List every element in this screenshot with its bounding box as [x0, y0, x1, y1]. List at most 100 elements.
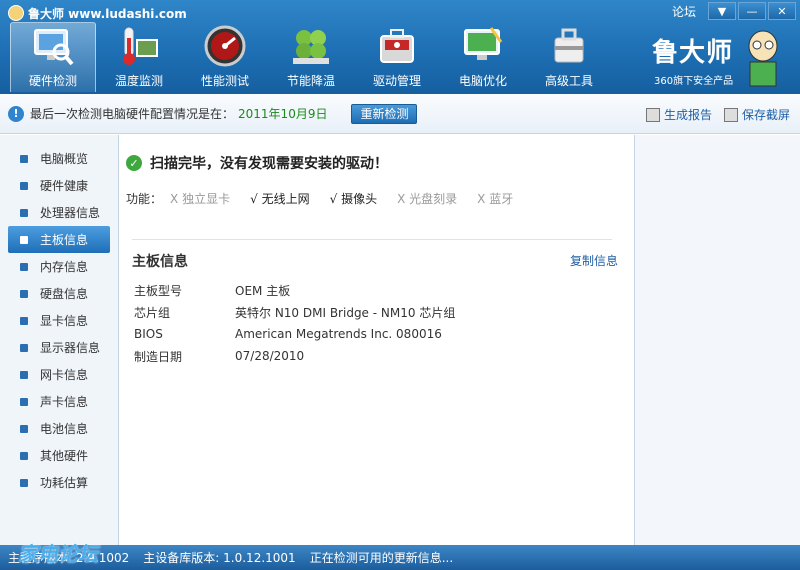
info-key: 芯片组 [134, 305, 171, 320]
sidebar-item-network[interactable]: 网卡信息 [8, 361, 110, 388]
info-icon: ! [8, 105, 24, 122]
sidebar-item-display[interactable]: 显示器信息 [8, 334, 110, 361]
bullet-icon [20, 208, 28, 217]
window-controls: 论坛 ▼ — ✕ [672, 2, 796, 20]
toolbox-icon [375, 24, 419, 68]
sidebar-item-gpu[interactable]: 显卡信息 [8, 307, 110, 334]
minimize-button[interactable]: — [738, 2, 766, 20]
sidebar-item-label: 功耗估算 [40, 476, 89, 490]
sidebar-item-label: 网卡信息 [40, 368, 89, 382]
watermark-logo: 家电论坛 [18, 542, 98, 566]
features-label: 功能： [126, 192, 163, 206]
nav-label: 温度监测 [114, 74, 163, 88]
copy-info-link[interactable]: 复制信息 [570, 252, 618, 269]
status-bar: 主程序版本: 2.9.1002 主设备库版本: 1.0.12.1001 正在检测… [0, 545, 800, 570]
table-row: BIOS American Megatrends Inc. 080016 [134, 323, 455, 345]
sidebar-item-label: 主板信息 [40, 233, 89, 247]
generate-report-label: 生成报告 [663, 108, 712, 122]
motherboard-info-table: 主板型号 OEM 主板 芯片组 英特尔 N10 DMI Bridge - NM10 … [134, 279, 455, 367]
sidebar-item-memory[interactable]: 内存信息 [8, 253, 110, 280]
feature-item: X 独立显卡 [170, 192, 231, 206]
sidebar-item-other[interactable]: 其他硬件 [8, 442, 110, 469]
section-title: 主板信息 [132, 254, 188, 270]
sidebar-item-label: 其他硬件 [40, 449, 89, 463]
scan-status-text: 扫描完毕，没有发现需要安装的驱动！ [150, 156, 388, 172]
sidebar-item-label: 硬件健康 [40, 179, 89, 193]
speedometer-icon [203, 24, 247, 68]
bullet-icon [20, 262, 28, 271]
printer-icon [645, 107, 660, 122]
ludashi-logo-icon [8, 5, 24, 21]
last-scan-date: 2011年10月9日 [238, 107, 328, 121]
sidebar-item-cpu[interactable]: 处理器信息 [8, 199, 110, 226]
brand-logo: 鲁大师 360旗下安全产品 [652, 30, 782, 90]
menu-button[interactable]: ▼ [708, 2, 736, 20]
bullet-icon [20, 181, 28, 190]
sidebar-item-audio[interactable]: 声卡信息 [8, 388, 110, 415]
feature-item: √ 无线上网 [250, 192, 310, 206]
bullet-icon [20, 451, 28, 460]
thermometer-icon [117, 24, 161, 68]
sidebar-item-label: 硬盘信息 [40, 287, 89, 301]
table-row: 主板型号 OEM 主板 [134, 279, 455, 301]
feature-list: 功能： X 独立显卡 √ 无线上网 √ 摄像头 X 光盘刻录 X 蓝牙 [126, 190, 533, 207]
sidebar-item-label: 电池信息 [40, 422, 89, 436]
info-key: BIOS [134, 327, 163, 341]
info-key: 主板型号 [134, 283, 183, 298]
bullet-icon [20, 478, 28, 487]
sidebar-item-battery[interactable]: 电池信息 [8, 415, 110, 442]
feature-item: X 蓝牙 [477, 192, 514, 206]
nav-temp-monitor[interactable]: 温度监测 [96, 22, 182, 92]
monitor-magnifier-icon [31, 24, 75, 68]
sidebar-item-power[interactable]: 功耗估算 [8, 469, 110, 496]
divider [132, 239, 612, 240]
bullet-icon [20, 343, 28, 352]
info-key: 制造日期 [134, 349, 183, 364]
rescan-button[interactable]: 重新检测 [351, 103, 418, 124]
update-status: 正在检测可用的更新信息... [309, 551, 454, 565]
brand-name: 鲁大师 [652, 38, 734, 68]
nav-hardware-detect[interactable]: 硬件检测 [10, 22, 96, 92]
info-value: OEM 主板 [235, 283, 291, 298]
sidebar: 电脑概览 硬件健康 处理器信息 主板信息 内存信息 硬盘信息 显卡信息 显示器信… [0, 135, 119, 545]
tool-case-icon [547, 24, 591, 68]
sidebar-item-label: 处理器信息 [40, 206, 101, 220]
nav-label: 硬件检测 [28, 74, 77, 88]
bullet-icon [20, 370, 28, 379]
info-value: American Megatrends Inc. 080016 [235, 327, 442, 341]
close-button[interactable]: ✕ [768, 2, 796, 20]
sidebar-item-health[interactable]: 硬件健康 [8, 172, 110, 199]
nav-pc-optimize[interactable]: 电脑优化 [440, 22, 526, 92]
sidebar-item-label: 显卡信息 [40, 314, 89, 328]
mascot-icon [748, 30, 778, 87]
sidebar-item-label: 显示器信息 [40, 341, 101, 355]
bullet-icon [20, 154, 28, 163]
info-bar: ! 最后一次检测电脑硬件配置情况是在： 2011年10月9日 重新检测 生成报告… [0, 94, 800, 134]
feature-item: √ 摄像头 [329, 192, 378, 206]
sidebar-item-label: 电脑概览 [40, 152, 89, 166]
sidebar-item-disk[interactable]: 硬盘信息 [8, 280, 110, 307]
generate-report-button[interactable]: 生成报告 [645, 106, 712, 123]
nav-label: 电脑优化 [458, 74, 507, 88]
bullet-icon [20, 289, 28, 298]
sidebar-item-label: 声卡信息 [40, 395, 89, 409]
nav-performance[interactable]: 性能测试 [182, 22, 268, 92]
sidebar-item-label: 内存信息 [40, 260, 89, 274]
sidebar-item-motherboard[interactable]: 主板信息 [8, 226, 110, 253]
nav-energy-saving[interactable]: 节能降温 [268, 22, 354, 92]
sidebar-item-overview[interactable]: 电脑概览 [8, 145, 110, 172]
app-title: 鲁大师 www.ludashi.com [8, 4, 187, 22]
save-screenshot-button[interactable]: 保存截屏 [723, 106, 790, 123]
save-screenshot-label: 保存截屏 [741, 108, 790, 122]
right-panel [634, 135, 800, 545]
main-nav: 硬件检测 温度监测 性能测试 节能降温 驱动管理 电脑优化 高级工具 [10, 22, 612, 92]
nav-driver-manage[interactable]: 驱动管理 [354, 22, 440, 92]
brand-subtitle: 360旗下安全产品 [654, 76, 734, 87]
nav-label: 节能降温 [286, 74, 335, 88]
forum-link[interactable]: 论坛 [672, 3, 696, 20]
nav-label: 驱动管理 [372, 74, 421, 88]
nav-advanced-tools[interactable]: 高级工具 [526, 22, 612, 92]
last-scan-text: 最后一次检测电脑硬件配置情况是在： [30, 107, 235, 121]
broom-monitor-icon [461, 24, 505, 68]
db-version: 主设备库版本: 1.0.12.1001 [143, 551, 296, 565]
